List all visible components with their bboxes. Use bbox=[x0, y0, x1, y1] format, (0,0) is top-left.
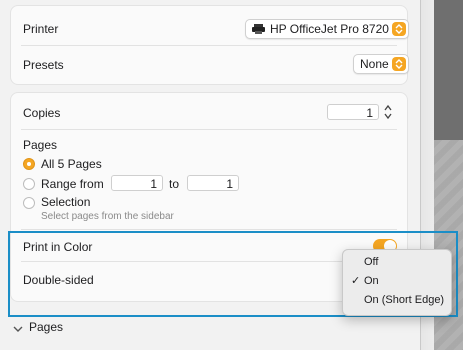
presets-value: None bbox=[360, 57, 389, 71]
all-pages-label[interactable]: All 5 Pages bbox=[41, 157, 102, 171]
printer-icon bbox=[252, 24, 265, 34]
copies-field[interactable]: 1 bbox=[327, 104, 379, 120]
presets-popup-button[interactable]: None bbox=[353, 54, 409, 74]
chevron-down-icon[interactable] bbox=[13, 322, 23, 336]
divider bbox=[21, 129, 397, 130]
double-sided-menu: Off ✓ On On (Short Edge) bbox=[342, 249, 452, 316]
range-from-field[interactable]: 1 bbox=[111, 175, 163, 191]
range-to-field[interactable]: 1 bbox=[187, 175, 239, 191]
divider bbox=[21, 229, 397, 230]
radio-all-pages[interactable] bbox=[23, 158, 35, 170]
printer-value: HP OfficeJet Pro 8720 bbox=[270, 22, 389, 36]
menu-item-label: On (Short Edge) bbox=[364, 294, 445, 306]
menu-item-label: Off bbox=[364, 256, 379, 268]
printer-presets-card: Printer HP OfficeJet Pro 8720 Presets No… bbox=[10, 5, 409, 85]
checkmark-icon: ✓ bbox=[351, 275, 361, 287]
printer-popup-button[interactable]: HP OfficeJet Pro 8720 bbox=[245, 19, 409, 39]
menu-item-on[interactable]: ✓ On bbox=[343, 272, 451, 290]
stepper-arrows-icon bbox=[392, 22, 406, 36]
selection-hint: Select pages from the sidebar bbox=[41, 211, 174, 222]
menu-item-off[interactable]: Off bbox=[343, 253, 451, 271]
divider bbox=[21, 45, 397, 46]
pages-heading: Pages bbox=[23, 138, 58, 152]
copies-stepper-icon[interactable] bbox=[383, 103, 393, 124]
range-label[interactable]: Range from bbox=[41, 177, 104, 191]
presets-label: Presets bbox=[23, 58, 64, 72]
radio-range[interactable] bbox=[23, 178, 35, 190]
copies-label: Copies bbox=[23, 106, 61, 120]
menu-item-on-short-edge[interactable]: On (Short Edge) bbox=[343, 291, 451, 309]
radio-selection[interactable] bbox=[23, 197, 35, 209]
range-to-label: to bbox=[169, 177, 180, 191]
pages-section-label[interactable]: Pages bbox=[29, 320, 63, 334]
printer-label: Printer bbox=[23, 22, 59, 36]
stepper-arrows-icon bbox=[392, 57, 406, 71]
menu-item-label: On bbox=[364, 275, 379, 287]
selection-label[interactable]: Selection bbox=[41, 195, 90, 209]
